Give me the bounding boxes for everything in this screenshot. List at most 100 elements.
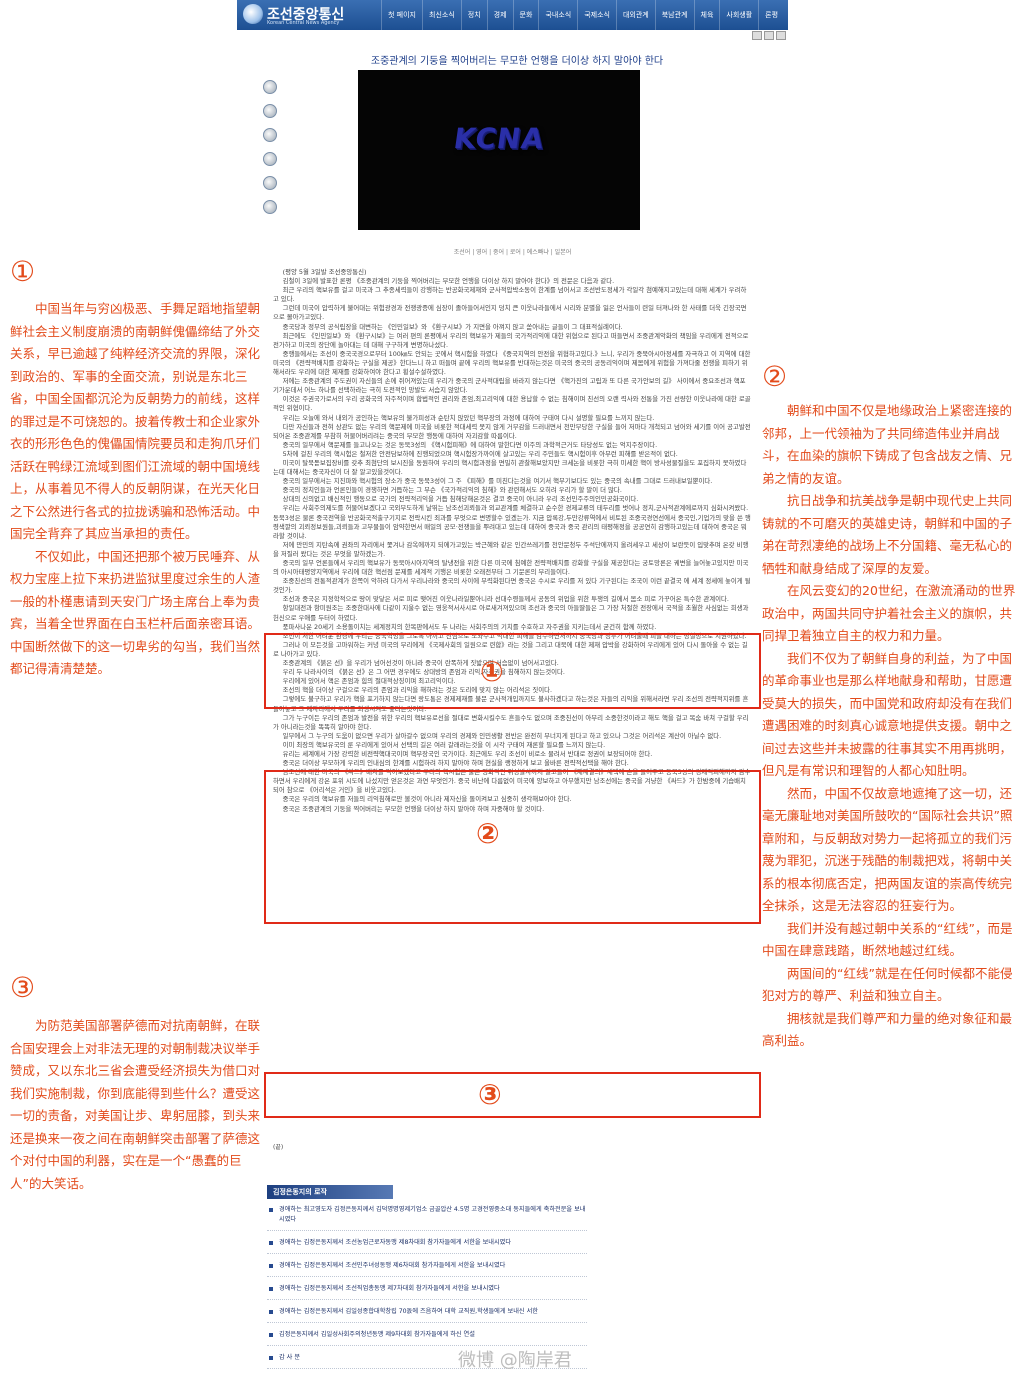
camera-icon[interactable]: [263, 128, 277, 142]
zoom-out-icon[interactable]: [263, 104, 277, 118]
nav-item-international[interactable]: 국제소식: [577, 0, 616, 30]
weibo-watermark: 微博 @陶岸君: [458, 1350, 572, 1371]
related-item[interactable]: 경애하는 김정은동지께서 김일성종합대학창립 70돐에 즈음하여 대학 교직원,…: [267, 1307, 587, 1323]
nav-item-north-south[interactable]: 북남관계: [654, 0, 694, 30]
related-item-label: 경애하는 김정은동지께서 조선농업근로자동맹 제8차대회 참가자들에게 서한을 …: [279, 1239, 512, 1246]
article-headline: 조중관계의 기둥을 찍어버리는 무모한 언행을 더이상 하지 말아야 한다: [370, 56, 664, 67]
highlight-box-2: [264, 770, 761, 924]
related-item-label: 경애하는 김정은동지께서 조선직업총동맹 제7차대회 참가자들에게 서한을 보내…: [279, 1285, 500, 1292]
article-tools: [263, 80, 277, 224]
article-paragraph: 중국의 일부에서는 지진파와 핵시험의 장소가 중국 동북3성이 그 주 《피해…: [282, 477, 713, 486]
annotation-1-number: ①: [10, 255, 36, 288]
bullet-icon: [269, 1264, 273, 1268]
zoom-in-icon[interactable]: [263, 80, 277, 94]
annotation-3-para-1: 为防范美国部署萨德而对抗南朝鲜，在联合国安理会上对非法无理的对朝制裁决议举手赞成…: [10, 1018, 261, 1191]
related-list: 경애하는 최고영도자 김정은동지께서 김덕명명영제기업소 금골압산 4.5명 고…: [267, 1205, 587, 1369]
article-paragraph: 다만 자신들과 전혀 상관도 없는 우리의 핵문제에 미국을 비롯한 적대세력 …: [273, 422, 751, 440]
annotation-1-para-2: 不仅如此，中国还把那个被万民唾弃、从权力宝座上拉下来扔进监狱里度过余生的人渣一般…: [10, 548, 261, 677]
language-links[interactable]: 조선어 | 영어 | 중어 | 로어 | 에스빠냐 | 일본어: [237, 247, 788, 256]
video-player[interactable]: KCNA: [358, 70, 640, 230]
logo-subtitle: Korean Central News Agency: [267, 20, 340, 26]
article-paragraph: 저에는 조중관계의 주도권이 자신들의 손에 쥐어져있는데 우리가 중국의 군사…: [273, 377, 746, 395]
article-paragraph: 조중친선의 전통적관계가 한쪽이 악하려 다가서 우리나라와 중국의 사이에 무…: [273, 577, 751, 595]
bullet-icon: [269, 1356, 273, 1360]
annotation-2-para-1: 朝鲜和中国不仅是地缘政治上紧密连接的邻邦，上一代领袖为了共同缔造伟业并肩战斗，在…: [762, 403, 1013, 486]
article-paragraph: 풍파사나운 20세기 소용돌이치는 세계정치의 한복판에서도 두 나라는 사회주…: [282, 622, 657, 631]
nav-item-society[interactable]: 사회생활: [719, 0, 758, 30]
article-paragraph: 중국은 더이상 무모하게 우리의 인내심의 한계를 시험하려 하지 말아야 하며…: [282, 759, 629, 768]
related-item[interactable]: 경애하는 최고영도자 김정은동지께서 김덕명명영제기업소 금골압산 4.5명 고…: [267, 1205, 587, 1231]
article-paragraph: (평양 5월 3일발 조선중앙통신): [282, 268, 367, 276]
annotation-2-para-3: 在风云变幻的20世纪，在激流涌动的世界政治中，两国共同守护着社会主义的旗帜，共同…: [762, 583, 1016, 643]
related-item-label: 경애하는 최고영도자 김정은동지께서 김덕명명영제기업소 금골압산 4.5명 고…: [279, 1206, 586, 1223]
related-item[interactable]: 경애하는 김정은동지께서 조선직업총동맹 제7차대회 참가자들에게 서한을 보내…: [267, 1284, 587, 1300]
annotation-2-para-5: 然而，中国不仅故意地遮掩了这一切，还毫无廉耻地对美国所鼓吹的“国际社会共识”照章…: [762, 785, 1013, 914]
mail-icon[interactable]: [764, 31, 774, 40]
article-end-mark: (끝): [273, 1144, 284, 1151]
article-paragraph: 최근에도 《인민일보》와 《환구시보》는 여러 편의 론평에서 우리의 핵보유가…: [273, 331, 749, 349]
article-paragraph: 이미 최장의 핵보유국의 룬 우리에게 있어서 선택의 길은 여러 갈래라는것을…: [282, 740, 606, 749]
audio-icon[interactable]: [263, 152, 277, 166]
article-paragraph: 최근 우리의 핵보유를 걸고 미국과 그 추종세력들이 강행하는 반공화국제재와…: [273, 286, 747, 304]
annotation-2-para-8: 拥核就是我们尊严和力量的绝对象征和最高利益。: [762, 1010, 1013, 1049]
article-paragraph: 미국이 탈북돋보집장비를 갖추 최첨단의 보시진을 동원하여 우리의 핵시험과정…: [273, 458, 747, 477]
article-paragraph: 항일대전과 항미원조는 조중한대사에 다같이 지울수 없는 영웅적서사시로 아로…: [273, 604, 749, 622]
print-icon[interactable]: [752, 31, 762, 40]
annotation-2-para-2: 抗日战争和抗美战争是朝中现代史上共同铸就的不可磨灭的英雄史诗，朝鲜和中国的子弟在…: [762, 493, 1013, 576]
bullet-icon: [269, 1208, 273, 1212]
print-tool-icon[interactable]: [263, 176, 277, 190]
highlight-marker-3: ③: [478, 1078, 502, 1111]
annotation-1-text: 中国当年与穷凶极恶、手舞足蹈地指望朝鲜社会主义制度崩溃的南朝鲜傀儡缔结了外交关系…: [10, 298, 260, 681]
nav-item-economy[interactable]: 경제: [486, 0, 513, 30]
related-item-label: 김정은동지께서 김일성사회주의청년동맹 제9차대회 참가자들에게 하신 연설: [279, 1331, 475, 1338]
article-paragraph: 중국의 정치인들과 언론인들이 경쟁하면 거듭하는 그 무슨 《국가적리익의 침…: [282, 486, 622, 495]
highlight-box-3: [264, 1072, 761, 1118]
bullet-icon: [269, 1241, 273, 1245]
highlight-marker-2: ②: [476, 817, 500, 850]
article-paragraph: 우리는 오늘에 와서 내외가 공인하는 핵보유의 불가피성과 순탄치 않았던 핵…: [282, 413, 655, 422]
related-item-label: 경애하는 김정은동지께서 김일성종합대학창립 70돐에 즈음하여 대학 교직원,…: [279, 1308, 538, 1315]
bullet-icon: [269, 1333, 273, 1337]
nav-item-domestic[interactable]: 국내소식: [538, 0, 577, 30]
related-item[interactable]: 경애하는 김정은동지께서 조선농업근로자동맹 제8차대회 참가자들에게 서한을 …: [267, 1238, 587, 1254]
site-header: 조선중앙통신 Korean Central News Agency 첫 페이지 …: [237, 0, 788, 30]
bullet-icon: [269, 1287, 273, 1291]
article-paragraph: 중국의 일부에서 핵문제를 들고나오는 것은 동북3성의 《핵시험피해》에 대하…: [282, 440, 658, 449]
kcna-logo: KCNA: [451, 122, 547, 155]
article-paragraph: 중국의 일부 언론들에서 우리의 핵보유가 동북아시아지역의 탈냉전을 위한 다…: [273, 559, 749, 577]
highlight-marker-1: ①: [480, 655, 504, 688]
article-paragraph: 저에 만민의 지탄속에 권좌의 자리에서 쫓겨나 감옥에까지 되에가고있는 박근…: [273, 540, 749, 558]
share-icon[interactable]: [263, 200, 277, 214]
article-paragraph: 유리는 세계에서 가장 강력한 비전략핵대국이며 핵무장국인 국가이다. 최근에…: [282, 749, 653, 758]
annotation-1-para-1: 中国当年与穷凶极恶、手舞足蹈地指望朝鲜社会主义制度崩溃的南朝鲜傀儡缔结了外交关系…: [10, 301, 261, 541]
nav-item-latest[interactable]: 최신소식: [422, 0, 461, 30]
annotation-3-number: ③: [10, 971, 36, 1004]
globe-icon: [243, 4, 263, 24]
annotation-2-para-4: 我们不仅为了朝鲜自身的利益，为了中国的革命事业也是那么样地献身和帮助，甘愿遭受莫…: [762, 650, 1013, 779]
nav-item-home[interactable]: 첫 페이지: [381, 0, 422, 30]
article-paragraph: 중행들에서는 조선이 중국국경으로부터 100㎞도 안되는 곳에서 핵시험을 하…: [273, 349, 751, 377]
bullet-icon: [269, 1310, 273, 1314]
save-icon[interactable]: [776, 31, 786, 40]
nav-item-politics[interactable]: 정치: [460, 0, 487, 30]
nav-item-culture[interactable]: 문화: [512, 0, 539, 30]
related-item-label: 경애하는 김정은동지께서 조선민주녀성동맹 제6차대회 참가자들에게 서한을 보…: [279, 1262, 506, 1269]
nav-item-commentary[interactable]: 론평: [758, 0, 784, 30]
article-paragraph: 김철이 3일에 발표한 론평 《조중관계의 기둥을 찍어버리는 무모한 언행을 …: [282, 277, 615, 286]
article-paragraph: 이것은 주권국가로서의 우리 공화국의 자주적이며 합법적인 권리와 존엄,최고…: [273, 395, 751, 413]
annotation-2-para-7: 两国间的“红线”就是在任何时候都不能侵犯对方的尊严、利益和独立自主。: [762, 965, 1013, 1004]
main-nav: 첫 페이지 최신소식 정치 경제 문화 국내소식 국제소식 대외관계 북남관계 …: [381, 0, 784, 30]
related-title: 김정은동지의 로작: [267, 1185, 393, 1199]
annotation-2-text: 朝鲜和中国不仅是地缘政治上紧密连接的邻邦，上一代领袖为了共同缔造伟业并肩战斗，在…: [762, 400, 1020, 1053]
related-item[interactable]: 경애하는 김정은동지께서 조선민주녀성동맹 제6차대회 참가자들에게 서한을 보…: [267, 1261, 587, 1277]
related-item[interactable]: 김정은동지께서 김일성사회주의청년동맹 제9차대회 참가자들에게 하신 연설: [267, 1330, 587, 1346]
related-item-label: 감 사 분: [279, 1354, 301, 1361]
article-paragraph: 그런데 미국이 압력하게 불어대는 위험광경과 전쟁광증에 심장이 졸아들어서인…: [273, 304, 747, 322]
nav-item-sports[interactable]: 체육: [693, 0, 720, 30]
annotation-2-number: ②: [762, 360, 788, 393]
article-paragraph: 그가 누구이든 우리의 존엄과 발전을 위한 우리의 핵보유로선을 절대로 변화…: [273, 713, 749, 731]
site-logo[interactable]: 조선중앙통신 Korean Central News Agency: [243, 3, 393, 27]
article-paragraph: 일부에서 그 누구의 도움이 없으면 우리가 살아갈수 없으며 우리의 경제와 …: [282, 731, 722, 740]
article-paragraph: 5차에 걸친 우리의 핵시험은 철저한 안전담보하에 진행되었으며 핵시험장가까…: [282, 449, 678, 458]
nav-item-foreign-relations[interactable]: 대외관계: [615, 0, 655, 30]
